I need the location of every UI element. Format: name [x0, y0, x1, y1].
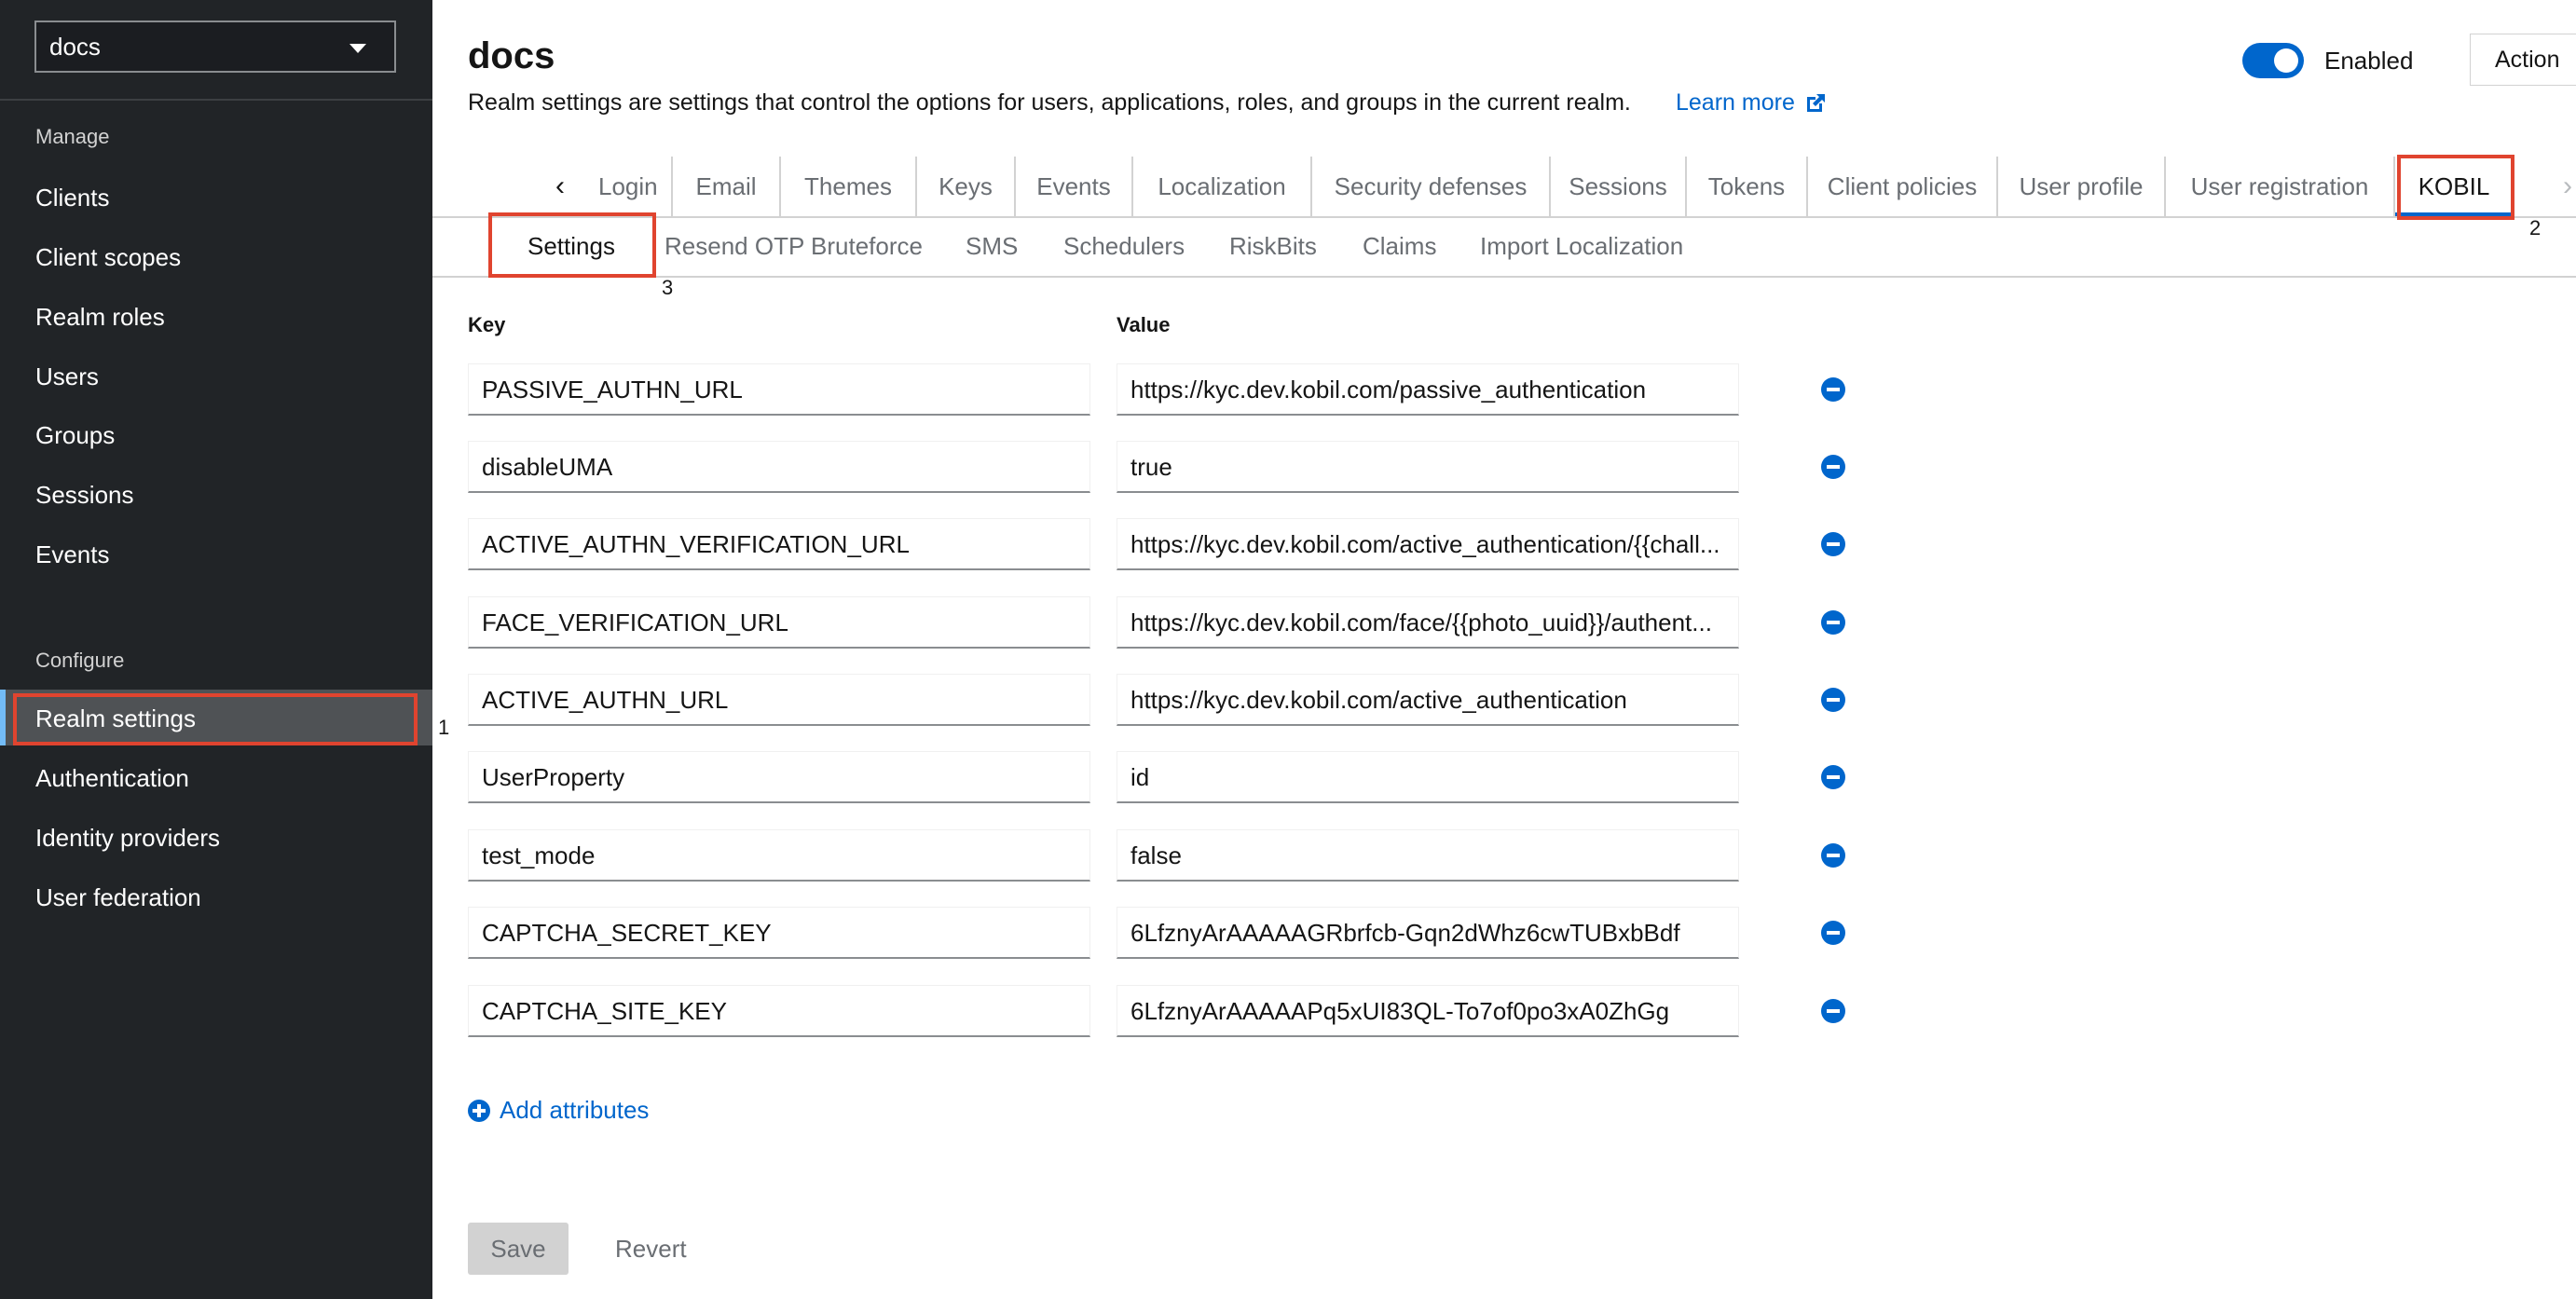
plus-circle-icon — [468, 1099, 490, 1122]
add-attributes-label: Add attributes — [500, 1096, 650, 1124]
attribute-key-input[interactable]: ACTIVE_AUTHN_URL — [468, 674, 1090, 726]
page-title: docs — [468, 35, 555, 76]
attribute-row: CAPTCHA_SITE_KEY 6LfznyArAAAAAPq5xUI83QL… — [468, 985, 1866, 1039]
subtab-claims[interactable]: Claims — [1363, 216, 1436, 276]
realm-tabs: ‹ Login Email Themes Keys Events Localiz… — [432, 157, 2576, 218]
sidebar-item-groups[interactable]: Groups — [35, 417, 115, 454]
attribute-value-input[interactable]: https://kyc.dev.kobil.com/active_authent… — [1117, 674, 1739, 726]
attribute-value-input[interactable]: true — [1117, 441, 1739, 493]
nav-group-configure: Configure — [35, 649, 125, 672]
attribute-key-input[interactable]: FACE_VERIFICATION_URL — [468, 596, 1090, 649]
nav-group-manage: Manage — [35, 125, 110, 148]
attribute-row: test_mode false — [468, 829, 1866, 883]
attribute-value-input[interactable]: https://kyc.dev.kobil.com/face/{{photo_u… — [1117, 596, 1739, 649]
remove-attribute-minus-icon[interactable] — [1821, 688, 1845, 712]
page-description: Realm settings are settings that control… — [468, 89, 1631, 116]
main-content: docs Realm settings are settings that co… — [432, 0, 2576, 1299]
attribute-row: ACTIVE_AUTHN_URL https://kyc.dev.kobil.c… — [468, 674, 1866, 728]
column-header-key: Key — [468, 313, 506, 336]
attribute-key-input[interactable]: UserProperty — [468, 751, 1090, 803]
attribute-row: PASSIVE_AUTHN_URL https://kyc.dev.kobil.… — [468, 363, 1866, 417]
attribute-value-input[interactable]: https://kyc.dev.kobil.com/passive_authen… — [1117, 363, 1739, 416]
tab-localization[interactable]: Localization — [1133, 157, 1312, 216]
remove-attribute-minus-icon[interactable] — [1821, 377, 1845, 402]
highlight-box-settings-subtab — [488, 212, 656, 278]
realm-selector-value: docs — [49, 32, 101, 61]
save-button[interactable]: Save — [468, 1223, 569, 1275]
tab-user-profile[interactable]: User profile — [1998, 157, 2166, 216]
attribute-row: ACTIVE_AUTHN_VERIFICATION_URL https://ky… — [468, 518, 1866, 572]
revert-button[interactable]: Revert — [615, 1223, 687, 1275]
sidebar-item-users[interactable]: Users — [35, 358, 99, 395]
enabled-label: Enabled — [2324, 47, 2414, 75]
chevron-right-icon[interactable]: › — [2554, 157, 2576, 216]
attribute-row: disableUMA true — [468, 441, 1866, 495]
sidebar-item-events[interactable]: Events — [35, 536, 110, 573]
attribute-key-input[interactable]: ACTIVE_AUTHN_VERIFICATION_URL — [468, 518, 1090, 570]
tab-themes[interactable]: Themes — [781, 157, 917, 216]
tab-login[interactable]: Login — [598, 157, 673, 216]
attribute-key-input[interactable]: PASSIVE_AUTHN_URL — [468, 363, 1090, 416]
subtab-riskbits[interactable]: RiskBits — [1229, 216, 1317, 276]
attribute-row: UserProperty id — [468, 751, 1866, 805]
attribute-value-input[interactable]: id — [1117, 751, 1739, 803]
add-attributes-button[interactable]: Add attributes — [468, 1096, 649, 1125]
remove-attribute-minus-icon[interactable] — [1821, 921, 1845, 945]
highlight-box-kobil-tab — [2397, 155, 2514, 220]
subtab-schedulers[interactable]: Schedulers — [1063, 216, 1185, 276]
attribute-value-input[interactable]: false — [1117, 829, 1739, 882]
annotation-number-3: 3 — [662, 276, 674, 299]
remove-attribute-minus-icon[interactable] — [1821, 843, 1845, 868]
tab-user-registration[interactable]: User registration — [2166, 157, 2395, 216]
sidebar-active-indicator — [0, 690, 6, 745]
tab-keys[interactable]: Keys — [917, 157, 1016, 216]
attribute-key-input[interactable]: CAPTCHA_SITE_KEY — [468, 985, 1090, 1037]
external-link-icon — [1806, 93, 1825, 112]
learn-more-link[interactable]: Learn more — [1676, 89, 1827, 116]
sidebar-item-sessions[interactable]: Sessions — [35, 476, 134, 513]
attribute-key-input[interactable]: disableUMA — [468, 441, 1090, 493]
enabled-toggle[interactable] — [2242, 43, 2304, 78]
tab-tokens[interactable]: Tokens — [1687, 157, 1808, 216]
attribute-value-input[interactable]: https://kyc.dev.kobil.com/active_authent… — [1117, 518, 1739, 570]
subtab-sms[interactable]: SMS — [966, 216, 1018, 276]
remove-attribute-minus-icon[interactable] — [1821, 999, 1845, 1023]
attribute-key-input[interactable]: CAPTCHA_SECRET_KEY — [468, 907, 1090, 959]
attribute-value-input[interactable]: 6LfznyArAAAAAGRbrfcb-Gqn2dWhz6cwTUBxbBdf — [1117, 907, 1739, 959]
learn-more-label: Learn more — [1676, 89, 1795, 116]
action-dropdown-button[interactable]: Action — [2470, 34, 2576, 86]
tab-email[interactable]: Email — [673, 157, 781, 216]
sidebar-item-client-scopes[interactable]: Client scopes — [35, 239, 181, 276]
caret-down-icon — [349, 44, 366, 53]
tab-events[interactable]: Events — [1016, 157, 1133, 216]
sidebar-item-clients[interactable]: Clients — [35, 179, 109, 216]
attribute-key-input[interactable]: test_mode — [468, 829, 1090, 882]
tab-client-policies[interactable]: Client policies — [1808, 157, 1998, 216]
tab-sessions[interactable]: Sessions — [1551, 157, 1687, 216]
remove-attribute-minus-icon[interactable] — [1821, 455, 1845, 479]
highlight-box-realm-settings — [13, 693, 418, 745]
sidebar-item-realm-roles[interactable]: Realm roles — [35, 298, 165, 335]
attribute-row: CAPTCHA_SECRET_KEY 6LfznyArAAAAAGRbrfcb-… — [468, 907, 1866, 961]
remove-attribute-minus-icon[interactable] — [1821, 610, 1845, 635]
sidebar-item-identity-providers[interactable]: Identity providers — [35, 819, 220, 856]
tab-security-defenses[interactable]: Security defenses — [1312, 157, 1551, 216]
sidebar-divider — [0, 99, 432, 101]
subtab-import-localization[interactable]: Import Localization — [1480, 216, 1683, 276]
attribute-value-input[interactable]: 6LfznyArAAAAAPq5xUI83QL-To7of0po3xA0ZhGg — [1117, 985, 1739, 1037]
sidebar-item-authentication[interactable]: Authentication — [35, 759, 189, 797]
remove-attribute-minus-icon[interactable] — [1821, 532, 1845, 556]
kobil-subtabs: Settings Resend OTP Bruteforce SMS Sched… — [432, 216, 2576, 278]
subtab-resend-otp-bruteforce[interactable]: Resend OTP Bruteforce — [665, 216, 923, 276]
chevron-left-icon[interactable]: ‹ — [535, 157, 585, 216]
sidebar-item-user-federation[interactable]: User federation — [35, 879, 201, 916]
column-header-value: Value — [1117, 313, 1171, 336]
attribute-row: FACE_VERIFICATION_URL https://kyc.dev.ko… — [468, 596, 1866, 650]
realm-selector[interactable]: docs — [34, 21, 396, 73]
remove-attribute-minus-icon[interactable] — [1821, 765, 1845, 789]
sidebar: docs Manage Clients Client scopes Realm … — [0, 0, 432, 1299]
